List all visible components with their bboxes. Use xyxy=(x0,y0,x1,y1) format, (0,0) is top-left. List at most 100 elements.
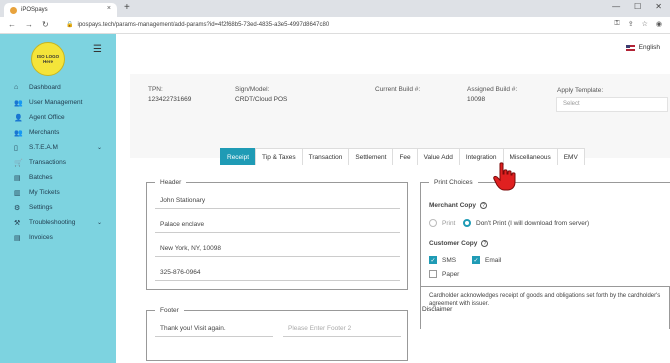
help-icon[interactable]: ? xyxy=(479,202,487,209)
header-legend: Header xyxy=(160,179,182,186)
tools-icon: ⚒ xyxy=(14,219,21,227)
sidebar-item-label: Agent Office xyxy=(29,114,65,121)
url-field[interactable]: 🔒 ipospays.tech/params-management/add-par… xyxy=(66,21,329,28)
email-checkbox[interactable]: ✓ xyxy=(472,256,480,264)
apply-template-select[interactable]: Select xyxy=(556,97,668,112)
sidebar-item-user-management[interactable]: 👥 User Management xyxy=(0,95,116,110)
footer-legend: Footer xyxy=(160,307,179,314)
sidebar-item-label: Merchants xyxy=(29,129,60,136)
sidebar-item-transactions[interactable]: 🛒 Transactions xyxy=(0,155,116,170)
radio-print-label: Print xyxy=(442,219,456,227)
email-label: Email xyxy=(485,256,502,264)
gear-icon: ⚙ xyxy=(14,204,21,212)
device-icon: ▯ xyxy=(14,144,18,152)
hand-cursor-icon xyxy=(493,162,516,191)
sidebar-item-merchants[interactable]: 👥 Merchants xyxy=(0,125,116,140)
header-line-1[interactable]: John Stationary xyxy=(155,194,400,209)
tab-title: iPOSpays xyxy=(21,7,48,13)
header-line-4[interactable]: 325-876-0964 xyxy=(155,266,400,281)
browser-tab-bar: iPOSpays × + — ☐ ✕ xyxy=(0,0,670,17)
share-icon[interactable]: ⇪ xyxy=(628,20,634,28)
reload-icon[interactable]: ↻ xyxy=(42,20,49,29)
sidebar-item-label: User Management xyxy=(29,99,83,106)
language-label: English xyxy=(638,44,660,51)
model-info: Sign/Model: CRDT/Cloud POS xyxy=(235,86,287,103)
key-icon[interactable]: ⚿ xyxy=(614,20,619,28)
tab-emv[interactable]: EMV xyxy=(556,148,585,165)
customer-copy-title: Customer Copy? xyxy=(429,240,489,247)
tpn-value: 123422731669 xyxy=(148,96,192,103)
radio-dont-print-label: Don't Print (I will download from server… xyxy=(476,219,590,227)
header-line-3[interactable]: New York, NY, 10098 xyxy=(155,242,400,257)
sidebar-item-batches[interactable]: ▤ Batches xyxy=(0,170,116,185)
checkbox-email[interactable]: ✓ Email xyxy=(472,256,501,264)
sidebar-item-invoices[interactable]: ▤ Invoices xyxy=(0,230,116,245)
back-icon[interactable]: ← xyxy=(8,20,16,29)
sidebar-item-settings[interactable]: ⚙ Settings xyxy=(0,200,116,215)
sidebar-item-agent-office[interactable]: 👤 Agent Office xyxy=(0,110,116,125)
checkbox-sms[interactable]: ✓ SMS xyxy=(429,256,456,264)
paper-checkbox[interactable] xyxy=(429,270,437,278)
language-selector[interactable]: English xyxy=(625,44,660,51)
footer-fieldset: Footer Thank you! Visit again. Please En… xyxy=(146,307,408,361)
sms-label: SMS xyxy=(442,256,457,264)
close-window-icon[interactable]: ✕ xyxy=(655,2,662,11)
tab-fee[interactable]: Fee xyxy=(392,148,418,165)
browser-tab[interactable]: iPOSpays × xyxy=(4,3,117,17)
sidebar-item-label: Dashboard xyxy=(29,84,61,91)
tab-receipt[interactable]: Receipt xyxy=(220,148,257,165)
us-flag-icon xyxy=(625,44,635,51)
tab-transaction[interactable]: Transaction xyxy=(301,148,350,165)
sidebar-nav: ⌂ Dashboard 👥 User Management 👤 Agent Office 👥… xyxy=(0,80,116,245)
tpn-label: TPN: xyxy=(148,86,163,93)
assigned-build-label: Assigned Build #: xyxy=(467,86,518,93)
checkbox-paper[interactable]: Paper xyxy=(429,270,459,278)
disclaimer-text: Cardholder acknowledges receipt of goods… xyxy=(429,293,661,307)
maximize-icon[interactable]: ☐ xyxy=(634,2,641,11)
sidebar: ISO LOGO Here ☰ ⌂ Dashboard 👥 User Manageme… xyxy=(0,34,116,363)
header-fieldset: Header John Stationary Palace enclave Ne… xyxy=(146,179,408,290)
tab-value-add[interactable]: Value Add xyxy=(416,148,460,165)
customer-copy-label: Customer Copy xyxy=(429,240,478,247)
sidebar-item-my-tickets[interactable]: ▥ My Tickets xyxy=(0,185,116,200)
settings-tabs: Receipt Tip & Taxes Transaction Settlement F… xyxy=(220,148,585,165)
minimize-icon[interactable]: — xyxy=(612,2,620,11)
sms-checkbox[interactable]: ✓ xyxy=(429,256,437,264)
ticket-icon: ▥ xyxy=(14,189,21,197)
home-icon: ⌂ xyxy=(14,84,19,91)
sidebar-item-label: S.T.E.A.M xyxy=(29,144,58,151)
close-tab-icon[interactable]: × xyxy=(107,5,111,12)
sidebar-item-label: Transactions xyxy=(29,159,66,166)
lock-icon: 🔒 xyxy=(66,22,74,28)
tab-settlement[interactable]: Settlement xyxy=(348,148,394,165)
new-tab-button[interactable]: + xyxy=(124,2,130,13)
model-label: Sign/Model: xyxy=(235,86,270,93)
sidebar-item-label: My Tickets xyxy=(29,189,60,196)
sidebar-item-s-t-e-a-m[interactable]: ▯ S.T.E.A.M ⌄ xyxy=(0,140,116,155)
radio-dont-print-circle[interactable] xyxy=(463,219,471,227)
address-bar-actions: ⚿ ⇪ ☆ ◉ xyxy=(614,20,662,28)
sidebar-item-label: Troubleshooting xyxy=(29,219,76,226)
merchant-copy-label: Merchant Copy xyxy=(429,202,476,209)
chevron-down-icon[interactable]: ⌄ xyxy=(97,219,102,226)
footer-line-1[interactable]: Thank you! Visit again. xyxy=(155,322,273,337)
sidebar-item-troubleshooting[interactable]: ⚒ Troubleshooting ⌄ xyxy=(0,215,116,230)
forward-icon[interactable]: → xyxy=(25,20,33,29)
window-controls: — ☐ ✕ xyxy=(612,2,662,11)
hamburger-menu-icon[interactable]: ☰ xyxy=(93,44,102,55)
radio-print[interactable]: Print xyxy=(429,219,455,227)
footer-line-2[interactable]: Please Enter Footer 2 xyxy=(283,322,401,337)
chevron-down-icon[interactable]: ⌄ xyxy=(97,144,102,151)
help-icon[interactable]: ? xyxy=(481,240,489,247)
sidebar-item-label: Settings xyxy=(29,204,53,211)
users-icon: 👥 xyxy=(14,99,23,107)
profile-icon[interactable]: ◉ xyxy=(656,20,662,28)
radio-dont-print[interactable]: Don't Print (I will download from server… xyxy=(463,219,589,227)
radio-print-circle[interactable] xyxy=(429,219,437,227)
sidebar-item-dashboard[interactable]: ⌂ Dashboard xyxy=(0,80,116,95)
url-text: ipospays.tech/params-management/add-para… xyxy=(77,22,330,28)
header-line-2[interactable]: Palace enclave xyxy=(155,218,400,233)
tab-tip-taxes[interactable]: Tip & Taxes xyxy=(255,148,303,165)
star-icon[interactable]: ☆ xyxy=(642,20,648,28)
disclaimer-box[interactable]: Cardholder acknowledges receipt of goods… xyxy=(420,286,670,329)
